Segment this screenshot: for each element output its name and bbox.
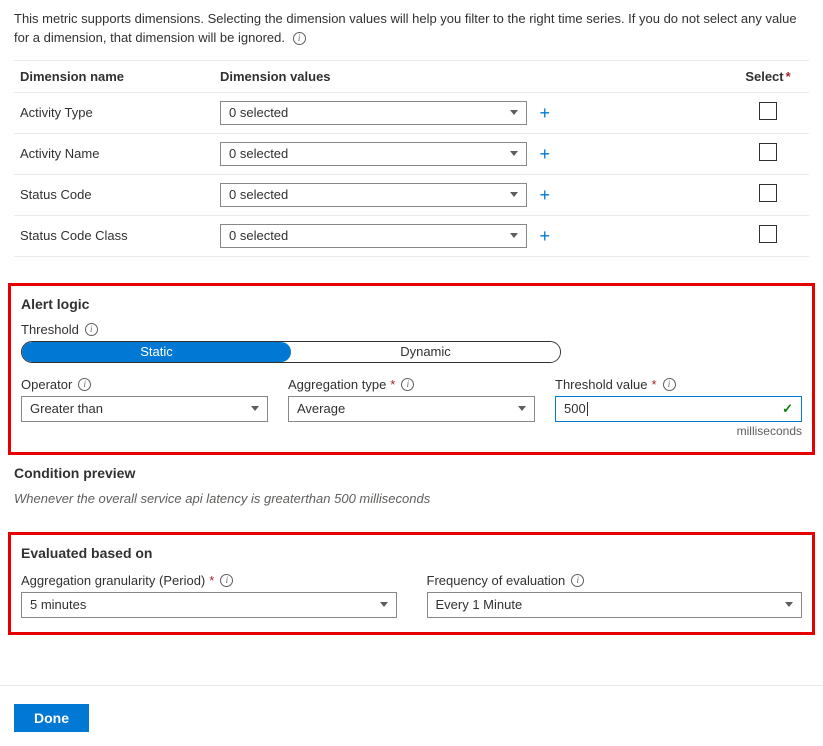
table-row: Status Code Class 0 selected + (14, 216, 809, 257)
dimension-values-dropdown[interactable]: 0 selected (220, 224, 527, 248)
plus-icon[interactable]: + (539, 227, 550, 245)
info-icon[interactable] (663, 378, 676, 391)
chevron-down-icon (251, 406, 259, 411)
dimension-name: Status Code (20, 187, 220, 202)
toggle-static[interactable]: Static (22, 342, 291, 362)
dimension-values-dropdown[interactable]: 0 selected (220, 101, 527, 125)
col-header-values: Dimension values (220, 69, 550, 84)
threshold-value-label: Threshold value* (555, 377, 802, 392)
chevron-down-icon (380, 602, 388, 607)
table-row: Status Code 0 selected + (14, 175, 809, 216)
checkmark-icon: ✓ (782, 401, 793, 417)
alert-logic-title: Alert logic (21, 296, 802, 312)
frequency-label: Frequency of evaluation (427, 573, 803, 588)
select-checkbox[interactable] (759, 143, 777, 161)
info-icon[interactable] (78, 378, 91, 391)
info-icon[interactable] (571, 574, 584, 587)
threshold-value-input[interactable]: 500 ✓ (555, 396, 802, 422)
condition-preview-text: Whenever the overall service api latency… (14, 491, 809, 506)
chevron-down-icon (510, 192, 518, 197)
chevron-down-icon (510, 110, 518, 115)
operator-select[interactable]: Greater than (21, 396, 268, 422)
description-text: This metric supports dimensions. Selecti… (14, 11, 797, 45)
info-icon[interactable] (85, 323, 98, 336)
threshold-toggle: Static Dynamic (21, 341, 561, 363)
dimension-values-dropdown[interactable]: 0 selected (220, 142, 527, 166)
threshold-label: Threshold (21, 322, 802, 337)
condition-preview-section: Condition preview Whenever the overall s… (14, 465, 809, 506)
plus-icon[interactable]: + (539, 186, 550, 204)
condition-preview-title: Condition preview (14, 465, 809, 481)
plus-icon[interactable]: + (539, 145, 550, 163)
dimension-values-dropdown[interactable]: 0 selected (220, 183, 527, 207)
evaluated-title: Evaluated based on (21, 545, 802, 561)
table-row: Activity Type 0 selected + (14, 93, 809, 134)
dimensions-table: Dimension name Dimension values Select* … (14, 60, 809, 257)
chevron-down-icon (510, 151, 518, 156)
col-header-select: Select* (733, 69, 803, 84)
threshold-value-unit: milliseconds (555, 424, 802, 438)
select-checkbox[interactable] (759, 102, 777, 120)
dimension-name: Status Code Class (20, 228, 220, 243)
table-row: Activity Name 0 selected + (14, 134, 809, 175)
plus-icon[interactable]: + (539, 104, 550, 122)
dimensions-header-row: Dimension name Dimension values Select* (14, 61, 809, 93)
dimension-name: Activity Name (20, 146, 220, 161)
select-checkbox[interactable] (759, 225, 777, 243)
chevron-down-icon (785, 602, 793, 607)
footer-separator (0, 685, 823, 686)
chevron-down-icon (518, 406, 526, 411)
dimensions-description: This metric supports dimensions. Selecti… (0, 0, 823, 54)
info-icon[interactable] (293, 32, 306, 45)
chevron-down-icon (510, 233, 518, 238)
select-checkbox[interactable] (759, 184, 777, 202)
alert-logic-section: Alert logic Threshold Static Dynamic Ope… (8, 283, 815, 455)
info-icon[interactable] (401, 378, 414, 391)
col-header-name: Dimension name (20, 69, 220, 84)
aggregation-granularity-label: Aggregation granularity (Period)* (21, 573, 397, 588)
dimension-name: Activity Type (20, 105, 220, 120)
frequency-select[interactable]: Every 1 Minute (427, 592, 803, 618)
aggregation-type-label: Aggregation type* (288, 377, 535, 392)
aggregation-type-select[interactable]: Average (288, 396, 535, 422)
aggregation-granularity-select[interactable]: 5 minutes (21, 592, 397, 618)
evaluated-section: Evaluated based on Aggregation granulari… (8, 532, 815, 635)
done-button[interactable]: Done (14, 704, 89, 732)
toggle-dynamic[interactable]: Dynamic (291, 342, 560, 362)
info-icon[interactable] (220, 574, 233, 587)
operator-label: Operator (21, 377, 268, 392)
